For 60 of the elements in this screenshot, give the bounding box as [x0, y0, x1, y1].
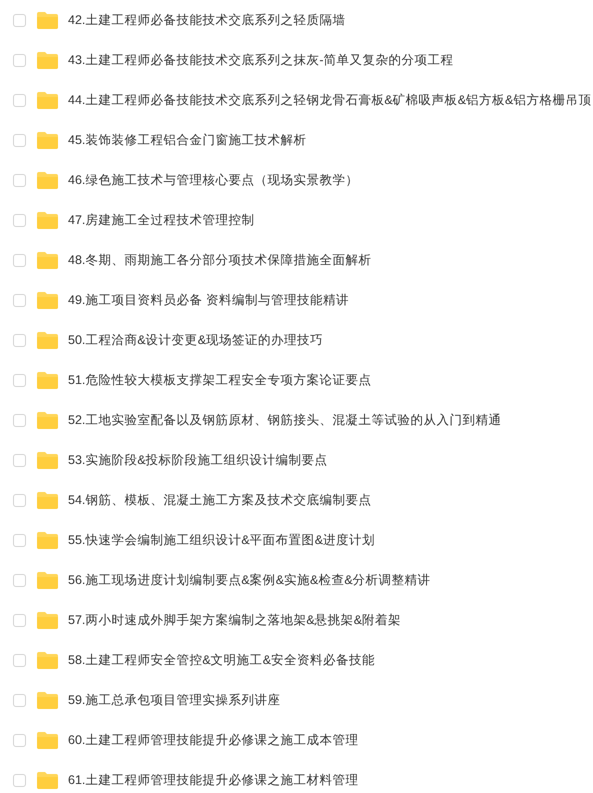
folder-name[interactable]: 61.土建工程师管理技能提升必修课之施工材料管理 — [68, 772, 358, 788]
checkbox[interactable] — [13, 374, 26, 386]
folder-name[interactable]: 60.土建工程师管理技能提升必修课之施工成本管理 — [68, 732, 358, 748]
folder-icon — [37, 412, 58, 428]
folder-name[interactable]: 54.钢筋、模板、混凝土施工方案及技术交底编制要点 — [68, 492, 372, 508]
folder-icon — [37, 12, 58, 28]
folder-name[interactable]: 55.快速学会编制施工组织设计&平面布置图&进度计划 — [68, 532, 376, 548]
folder-icon — [37, 572, 58, 588]
folder-name[interactable]: 53.实施阶段&投标阶段施工组织设计编制要点 — [68, 452, 328, 468]
checkbox[interactable] — [13, 174, 26, 186]
folder-name[interactable]: 49.施工项目资料员必备 资料编制与管理技能精讲 — [68, 292, 349, 308]
folder-name[interactable]: 45.装饰装修工程铝合金门窗施工技术解析 — [68, 132, 306, 148]
folder-name[interactable]: 59.施工总承包项目管理实操系列讲座 — [68, 692, 280, 708]
checkbox[interactable] — [13, 774, 26, 786]
folder-icon — [37, 172, 58, 188]
checkbox[interactable] — [13, 214, 26, 226]
checkbox[interactable] — [13, 334, 26, 346]
checkbox[interactable] — [13, 654, 26, 666]
checkbox[interactable] — [13, 14, 26, 26]
checkbox[interactable] — [13, 414, 26, 426]
checkbox[interactable] — [13, 454, 26, 466]
folder-icon — [37, 732, 58, 748]
folder-name[interactable]: 58.土建工程师安全管控&文明施工&安全资料必备技能 — [68, 652, 376, 668]
folder-icon — [37, 652, 58, 668]
folder-icon — [37, 372, 58, 388]
folder-icon — [37, 532, 58, 548]
folder-name[interactable]: 48.冬期、雨期施工各分部分项技术保障措施全面解析 — [68, 252, 372, 268]
checkbox[interactable] — [13, 134, 26, 146]
folder-icon — [37, 92, 58, 108]
folder-icon — [37, 772, 58, 788]
folder-name[interactable]: 47.房建施工全过程技术管理控制 — [68, 212, 254, 228]
folder-name[interactable]: 42.土建工程师必备技能技术交底系列之轻质隔墙 — [68, 12, 346, 28]
checkbox[interactable] — [13, 254, 26, 266]
checkbox[interactable] — [13, 494, 26, 506]
folder-icon — [37, 252, 58, 268]
folder-icon — [37, 212, 58, 228]
folder-name[interactable]: 57.两小时速成外脚手架方案编制之落地架&悬挑架&附着架 — [68, 612, 402, 628]
folder-name[interactable]: 44.土建工程师必备技能技术交底系列之轻钢龙骨石膏板&矿棉吸声板&铝方板&铝方格栅吊顶 — [68, 92, 592, 108]
folder-name[interactable]: 51.危险性较大模板支撑架工程安全专项方案论证要点 — [68, 372, 372, 388]
folder-icon — [37, 492, 58, 508]
folder-icon — [37, 452, 58, 468]
folder-icon — [37, 132, 58, 148]
checkbox[interactable] — [13, 734, 26, 746]
checkbox[interactable] — [13, 574, 26, 586]
folder-name[interactable]: 50.工程洽商&设计变更&现场签证的办理技巧 — [68, 332, 324, 348]
folder-icon — [37, 292, 58, 308]
checkbox[interactable] — [13, 94, 26, 106]
checkbox[interactable] — [13, 534, 26, 546]
checkbox[interactable] — [13, 614, 26, 626]
folder-name[interactable]: 43.土建工程师必备技能技术交底系列之抹灰-简单又复杂的分项工程 — [68, 52, 454, 68]
folder-icon — [37, 332, 58, 348]
folder-icon — [37, 692, 58, 708]
checkbox[interactable] — [13, 54, 26, 66]
folder-icon — [37, 52, 58, 68]
folder-name[interactable]: 46.绿色施工技术与管理核心要点（现场实景教学） — [68, 172, 358, 188]
folder-icon — [37, 612, 58, 628]
checkbox[interactable] — [13, 294, 26, 306]
checkbox[interactable] — [13, 694, 26, 706]
folder-name[interactable]: 56.施工现场进度计划编制要点&案例&实施&检查&分析调整精讲 — [68, 572, 431, 588]
folder-name[interactable]: 52.工地实验室配备以及钢筋原材、钢筋接头、混凝土等试验的从入门到精通 — [68, 412, 502, 428]
